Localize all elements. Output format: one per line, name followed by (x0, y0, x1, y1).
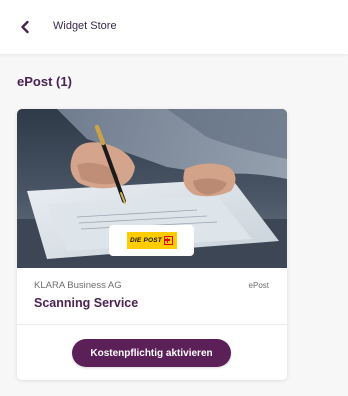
widget-name: Scanning Service (34, 296, 139, 310)
activate-button[interactable]: Kostenpflichtig aktivieren (72, 339, 231, 367)
chevron-left-icon (21, 20, 29, 34)
category-tag: ePost (248, 281, 269, 290)
section-title: ePost (1) (17, 74, 72, 89)
die-post-logo: DIE POST (126, 232, 177, 249)
logo-text: DIE POST (130, 237, 162, 244)
widget-image: DIE POST (17, 109, 287, 268)
top-bar: Widget Store (0, 0, 348, 54)
vendor-name: KLARA Business AG (34, 280, 122, 291)
swiss-cross-icon (163, 236, 173, 245)
widget-card: DIE POST KLARA Business AG ePost Scannin… (17, 109, 287, 380)
card-divider (17, 324, 287, 325)
back-button[interactable] (14, 16, 36, 38)
vendor-logo: DIE POST (109, 225, 194, 256)
page-title: Widget Store (53, 20, 117, 32)
